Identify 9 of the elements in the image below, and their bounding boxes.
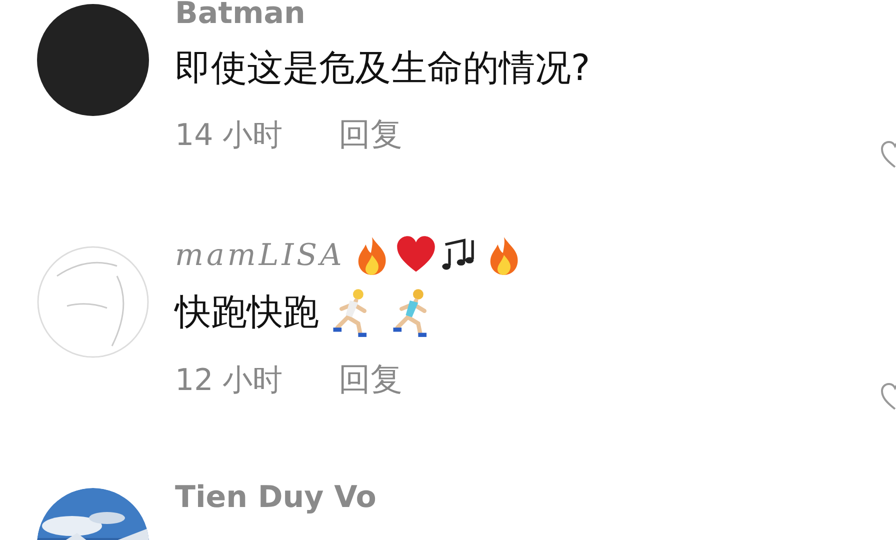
- reply-button[interactable]: 回复: [338, 358, 403, 402]
- author-name[interactable]: Tien Duy Vo: [175, 480, 376, 514]
- comment-text: 快跑快跑: [175, 290, 319, 334]
- timestamp: 12 小时: [175, 362, 283, 400]
- author-name[interactable]: Batman: [175, 0, 306, 30]
- author-name[interactable]: mamLISA: [175, 238, 345, 272]
- reply-button[interactable]: 回复: [338, 113, 403, 157]
- timestamp: 14 小时: [175, 116, 283, 154]
- comment-text: 即使这是危及生命的情况?: [175, 47, 590, 91]
